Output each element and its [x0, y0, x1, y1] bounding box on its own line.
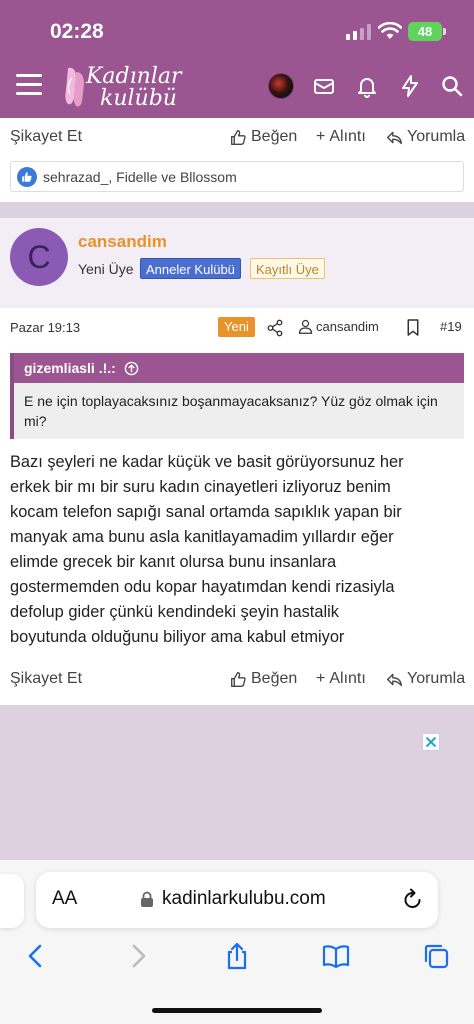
post-separator [0, 202, 474, 218]
user-avatar[interactable] [268, 73, 294, 99]
tabs-icon[interactable] [422, 942, 450, 970]
site-logo[interactable]: Kadınlar kulübü [60, 62, 190, 114]
post-actions: Şikayet Et Beğen + Alıntı Yorumla [0, 662, 474, 696]
site-header: 02:28 48 Kadınlar kulübü [0, 0, 474, 118]
battery-icon: 48 [408, 22, 442, 41]
thumbs-up-icon [231, 129, 246, 145]
like-reaction-icon [17, 166, 37, 187]
wifi-icon [378, 22, 402, 39]
lock-icon [141, 891, 153, 907]
like-button[interactable]: Beğen [230, 128, 297, 146]
status-bar: 02:28 48 [0, 0, 474, 60]
url-text: kadinlarkulubu.com [162, 888, 326, 909]
status-time: 02:28 [50, 20, 104, 43]
author-avatar[interactable]: C [10, 228, 68, 286]
post-body: Bazı şeyleri ne kadar küçük ve basit gör… [10, 450, 466, 650]
plus-icon: + [316, 128, 326, 145]
prev-post-actions: Şikayet Et Beğen + Alıntı Yorumla [0, 120, 474, 154]
plus-icon: + [316, 670, 326, 687]
reactions-text: sehrazad_, Fidelle ve Bllossom [43, 168, 237, 185]
quote-label: Alıntı [329, 670, 366, 687]
user-icon [298, 319, 313, 334]
bell-icon[interactable] [355, 74, 379, 98]
post-author-name: cansandim [316, 319, 379, 334]
bookmarks-icon[interactable] [322, 942, 350, 970]
post-body-line: erkek bir mı bir suru kadın cinayetleri … [10, 478, 391, 496]
reload-icon[interactable] [402, 888, 424, 910]
reply-icon [387, 673, 402, 686]
new-badge: Yeni [218, 317, 255, 337]
author-role: Yeni Üye [78, 261, 134, 277]
quote-header[interactable]: gizemliasli .!.: [14, 353, 464, 383]
share-icon[interactable] [266, 319, 284, 337]
report-link[interactable]: Şikayet Et [10, 128, 82, 146]
post-body-line: kocam telefon sapığı sanal ortamda sapık… [10, 503, 402, 521]
share-icon[interactable] [223, 942, 251, 970]
like-label: Beğen [251, 670, 298, 687]
quote-button[interactable]: + Alıntı [316, 670, 366, 688]
forward-icon[interactable] [124, 942, 152, 970]
reply-button[interactable]: Yorumla [386, 128, 465, 146]
logo-text-line2: kulübü [100, 86, 177, 111]
post-number[interactable]: #19 [440, 319, 462, 334]
battery-tip [443, 28, 446, 35]
close-ad-icon[interactable] [422, 733, 440, 751]
reactions-bar[interactable]: sehrazad_, Fidelle ve Bllossom [10, 161, 464, 192]
thumbs-up-icon [231, 671, 246, 687]
back-icon[interactable] [22, 942, 50, 970]
browser-toolbar: AA kadinlarkulubu.com [0, 860, 474, 1024]
reply-button[interactable]: Yorumla [386, 670, 465, 688]
arrow-up-circle-icon [124, 361, 139, 375]
ad-area [0, 705, 474, 865]
post-body-line: gostermemden odu kopar hayatımdan kendi … [10, 578, 395, 596]
url-display[interactable]: kadinlarkulubu.com [140, 888, 326, 910]
post-author-header: C cansandim Yeni Üye Anneler Kulübü Kayı… [0, 218, 474, 308]
reply-label: Yorumla [407, 128, 466, 145]
home-indicator [152, 1008, 322, 1013]
post-body-line: manyak ama bunu asla kanitlayamadim yıll… [10, 528, 394, 546]
previous-tab-preview[interactable] [0, 874, 24, 928]
search-icon[interactable] [440, 74, 464, 98]
post-body-line: boyutunda olduğunu biliyor ama kabul etm… [10, 628, 345, 646]
cellular-signal-icon [346, 24, 372, 40]
post-author-link[interactable]: cansandim [298, 319, 379, 334]
post-meta: Pazar 19:13 Yeni cansandim #19 [0, 313, 474, 341]
badge-group: Anneler Kulübü [140, 258, 241, 279]
quote-text: E ne için toplayacaksınız boşanmayacaksa… [24, 393, 438, 429]
badge-status: Kayıtlı Üye [250, 258, 325, 279]
reply-label: Yorumla [407, 670, 466, 687]
author-username[interactable]: cansandim [78, 232, 167, 252]
reply-icon [387, 131, 402, 144]
reader-settings-button[interactable]: AA [52, 888, 77, 910]
menu-icon[interactable] [16, 74, 42, 96]
quote-block: gizemliasli .!.: E ne için toplayacaksın… [10, 353, 464, 439]
quote-button[interactable]: + Alıntı [316, 128, 366, 146]
like-button[interactable]: Beğen [230, 670, 297, 688]
like-label: Beğen [251, 128, 298, 145]
bookmark-icon[interactable] [406, 319, 420, 336]
post-date[interactable]: Pazar 19:13 [10, 320, 80, 335]
post-body-line: defolup gider çünkü kendindeki şeyin has… [10, 603, 339, 621]
post-body-line: Bazı şeyleri ne kadar küçük ve basit gör… [10, 453, 404, 471]
bolt-icon[interactable] [398, 74, 422, 98]
post-body-line: elimde grecek bir kanıt olursa bunu insa… [10, 553, 337, 571]
report-link[interactable]: Şikayet Et [10, 670, 82, 688]
address-bar[interactable]: AA kadinlarkulubu.com [36, 872, 438, 928]
quote-author: gizemliasli .!.: [24, 360, 116, 376]
mail-icon[interactable] [312, 74, 336, 98]
quote-label: Alıntı [329, 128, 366, 145]
